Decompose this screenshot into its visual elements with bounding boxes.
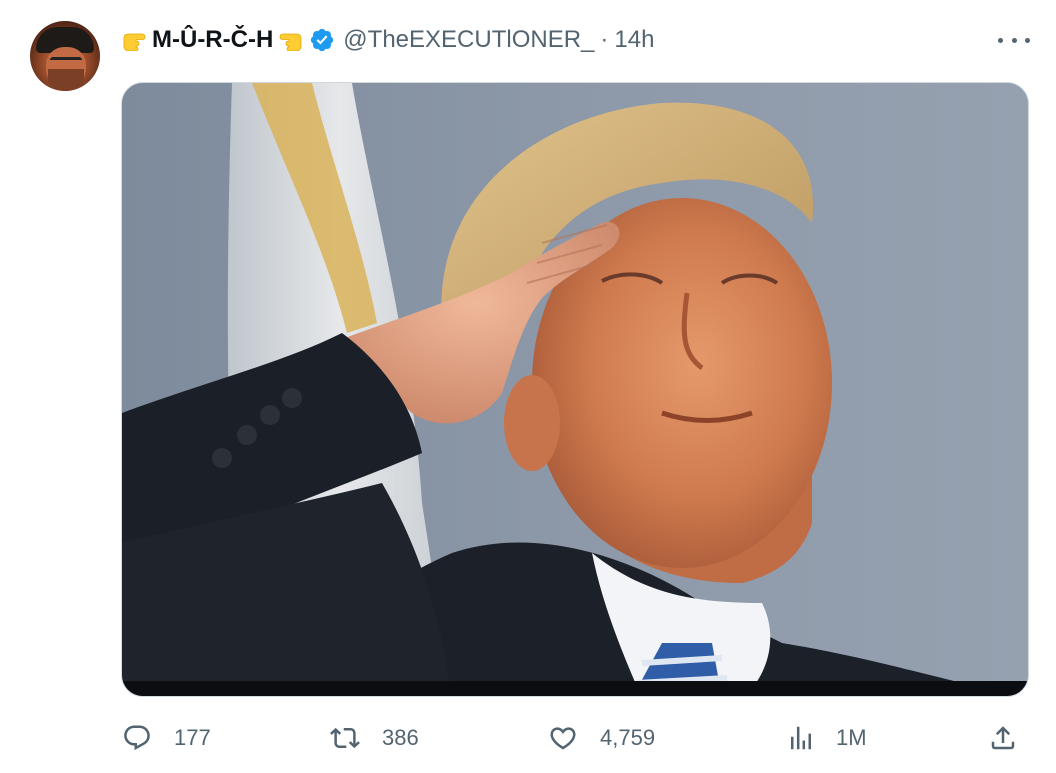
more-dot [1011, 37, 1017, 43]
backhand-index-pointing-right-icon [122, 28, 152, 52]
separator-dot: · [600, 26, 609, 53]
more-dot [1025, 37, 1030, 43]
reply-icon [122, 723, 152, 753]
author-handle[interactable]: @TheEXECUTlONER_ [343, 24, 594, 56]
like-count: 4,759 [600, 725, 656, 750]
views-button[interactable]: 1M [786, 716, 867, 760]
tweet-photo[interactable] [121, 82, 1029, 697]
display-name: M-Û-R-Č-H [152, 26, 274, 53]
reply-button[interactable]: 177 [122, 716, 211, 760]
like-button[interactable]: 4,759 [548, 716, 655, 760]
tweet-actions-bar: 177 386 4,759 1M [0, 716, 1056, 760]
more-dot [998, 37, 1003, 43]
reply-count: 177 [174, 725, 211, 750]
tweet-header: M-Û-R-Č-H @TheEXECUTlONER_ · 14h [122, 24, 654, 56]
avatar-glasses [50, 57, 82, 66]
avatar-beard [48, 69, 84, 91]
retweet-icon [330, 723, 360, 753]
more-options-icon[interactable] [998, 30, 1030, 50]
tweet[interactable]: M-Û-R-Č-H @TheEXECUTlONER_ · 14h 177 386… [0, 0, 1056, 773]
author-avatar[interactable] [30, 21, 100, 91]
verified-badge-icon[interactable] [309, 27, 335, 53]
heart-icon [548, 723, 578, 753]
retweet-button[interactable]: 386 [330, 716, 419, 760]
share-icon [988, 723, 1018, 753]
author-name-link[interactable]: M-Û-R-Č-H [122, 24, 303, 56]
analytics-icon [786, 723, 816, 753]
views-count: 1M [836, 725, 867, 750]
share-button[interactable] [988, 716, 1018, 760]
backhand-index-pointing-left-icon [273, 28, 303, 52]
retweet-count: 386 [382, 725, 419, 750]
tweet-timestamp[interactable]: 14h [614, 24, 654, 56]
